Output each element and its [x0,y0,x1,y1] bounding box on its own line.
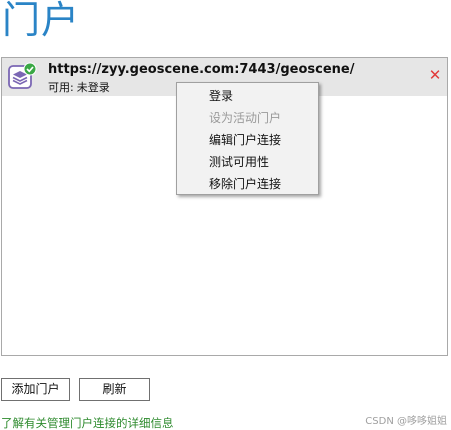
menu-item-set-active-portal: 设为活动门户 [209,111,282,125]
close-icon[interactable]: ✕ [428,68,442,83]
add-portal-button[interactable]: 添加门户 [1,378,70,401]
portal-status: 可用: 未登录 [48,79,110,95]
portal-status-label: 可用: [48,81,74,94]
portal-connected-icon [8,62,37,89]
context-menu: 登录 设为活动门户 编辑门户连接 测试可用性 移除门户连接 [176,82,319,195]
portal-url: https://zyy.geoscene.com:7443/geoscene/ [48,62,355,77]
menu-item-remove-portal-connection[interactable]: 移除门户连接 [177,173,318,195]
menu-item-test-availability[interactable]: 测试可用性 [177,151,318,173]
watermark: CSDN @哆哆姐姐 [365,416,447,427]
menu-item-sign-in[interactable]: 登录 [177,85,318,107]
portal-status-value: 未登录 [76,81,110,94]
menu-item-edit-portal-connection[interactable]: 编辑门户连接 [177,129,318,151]
help-link[interactable]: 了解有关管理门户连接的详细信息 [1,415,174,430]
refresh-button[interactable]: 刷新 [79,378,150,401]
page-title: 门户 [2,0,81,42]
